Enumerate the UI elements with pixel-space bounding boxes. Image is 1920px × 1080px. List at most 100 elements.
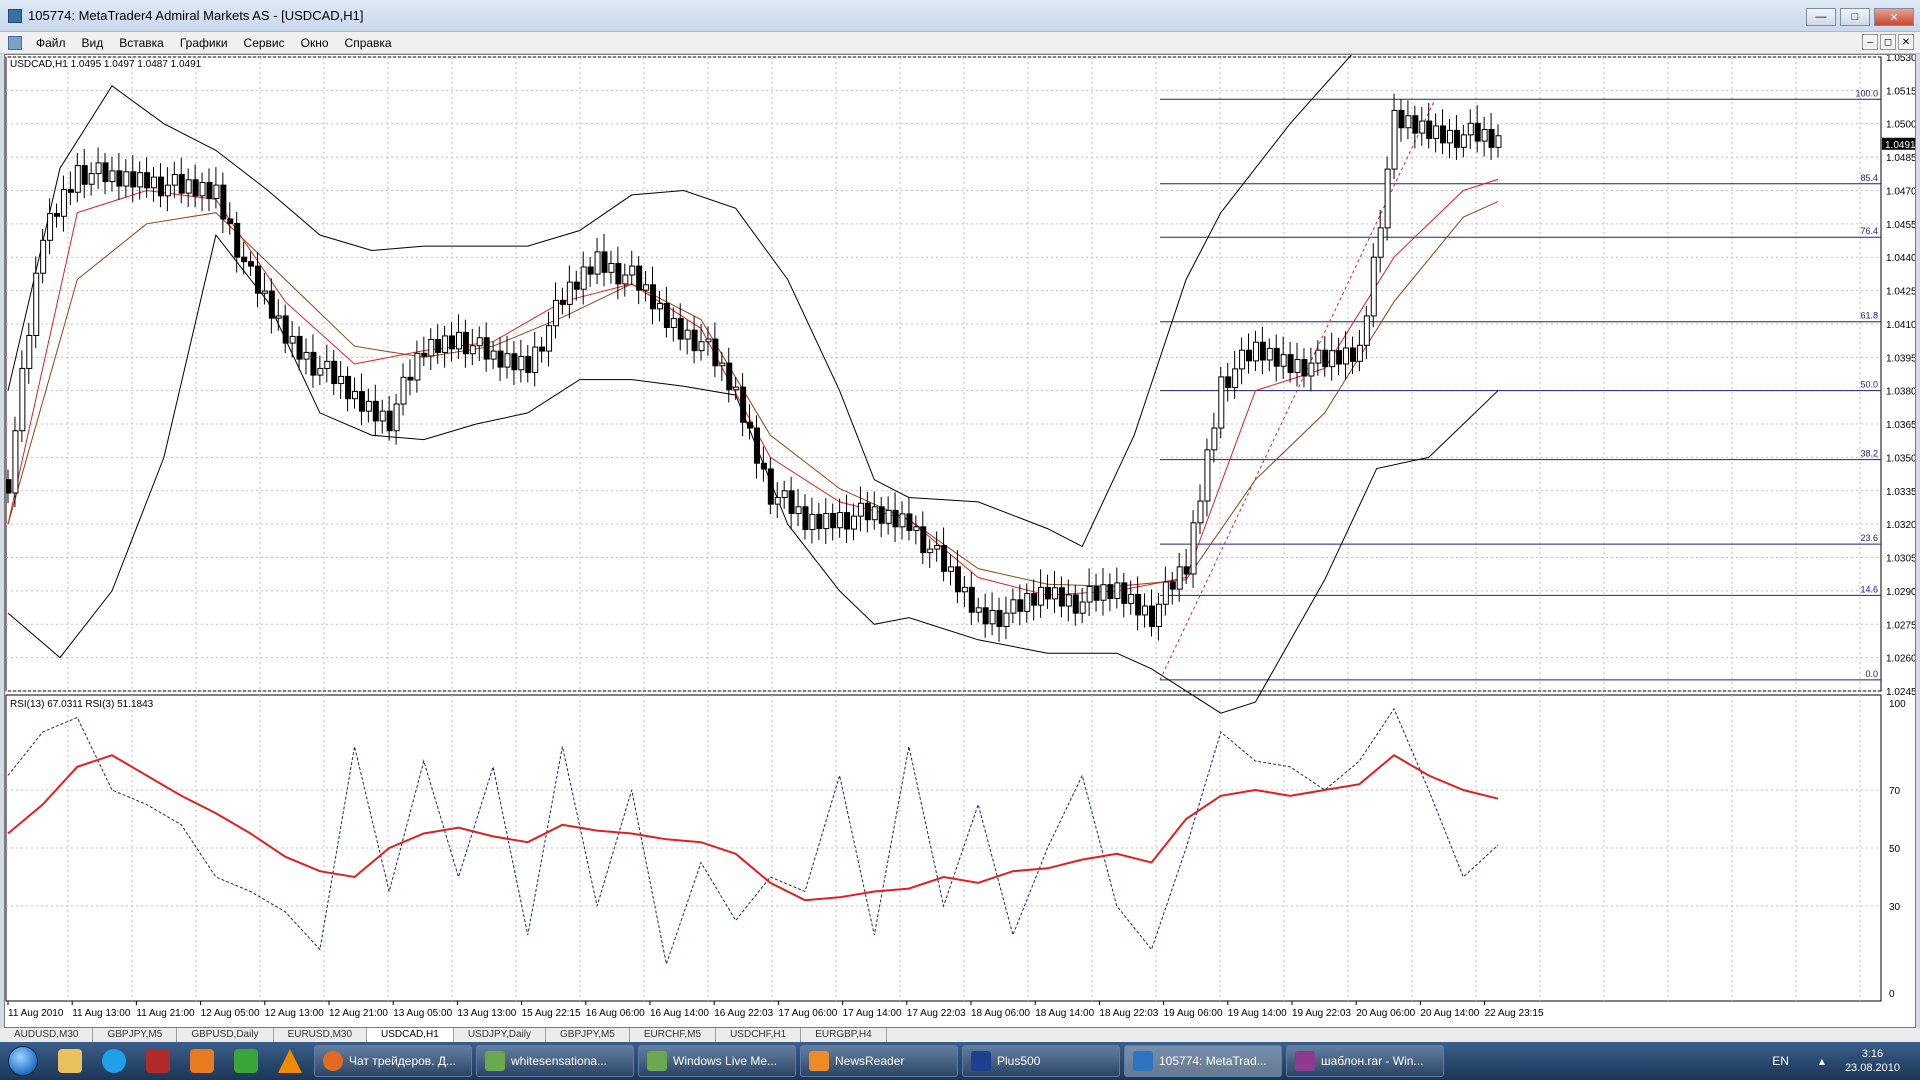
time-axis-label: 12 Aug 05:00: [201, 1008, 260, 1019]
candle-body: [1426, 120, 1433, 139]
start-button[interactable]: [0, 1043, 46, 1079]
candle-body: [1128, 593, 1135, 604]
rsi-axis-label: 0: [1889, 989, 1895, 1000]
time-axis-label: 15 Aug 22:15: [522, 1008, 581, 1019]
quicklaunch-transformers[interactable]: [138, 1045, 178, 1077]
tab-eurchf-m5[interactable]: EURCHF,M5: [630, 1028, 717, 1042]
candle-body: [365, 400, 372, 412]
candle-body: [393, 403, 400, 432]
candle-body: [469, 345, 476, 355]
tab-usdjpy-daily[interactable]: USDJPY,Daily: [454, 1028, 546, 1042]
price-axis-label: 1.0365: [1886, 420, 1915, 431]
candle-body: [1287, 354, 1294, 373]
candle-body: [913, 526, 920, 531]
candle-body: [546, 325, 553, 352]
quicklaunch-explorer[interactable]: [50, 1045, 90, 1077]
tab-eurgbp-h4[interactable]: EURGBP,H4: [801, 1028, 887, 1042]
candle-body: [206, 181, 213, 199]
price-axis-label: 1.0470: [1886, 186, 1915, 197]
mdi-minimize-button[interactable]: –: [1862, 34, 1878, 50]
quicklaunch-utorrent[interactable]: [226, 1045, 266, 1077]
candle-body: [19, 367, 26, 432]
task-chat[interactable]: Чат трейдеров. Д...: [314, 1045, 472, 1077]
price-pane-frame: [5, 56, 1882, 692]
menu-view[interactable]: Вид: [74, 36, 112, 50]
task-plus500[interactable]: Plus500: [962, 1045, 1120, 1077]
menu-insert[interactable]: Вставка: [111, 36, 172, 50]
clock[interactable]: 3:16 23.08.2010: [1845, 1047, 1900, 1075]
current-price-label: 1.0491: [1885, 140, 1915, 151]
candle-body: [178, 173, 185, 194]
tab-usdcad-h1[interactable]: USDCAD,H1: [367, 1028, 454, 1042]
candle-body: [109, 170, 116, 183]
candle-body: [643, 284, 650, 291]
candle-body: [1322, 349, 1329, 368]
candle-body: [151, 176, 158, 189]
candle-body: [1065, 594, 1072, 607]
candle-body: [899, 513, 906, 528]
candle-body: [455, 331, 462, 350]
price-axis-label: 1.0290: [1886, 587, 1915, 598]
quicklaunch-vlc[interactable]: [270, 1045, 310, 1077]
candle-body: [1017, 599, 1024, 612]
menu-tools[interactable]: Сервис: [236, 36, 293, 50]
maximize-button[interactable]: □: [1840, 8, 1870, 26]
quicklaunch-skype[interactable]: [94, 1045, 134, 1077]
chart-window[interactable]: 1.0530 1.0515 1.0500 1.0485 1.0470 1.0455 1.04…: [4, 54, 1916, 1028]
tab-eurusd-m30[interactable]: EURUSD,M30: [274, 1028, 368, 1042]
menu-help[interactable]: Справка: [337, 36, 400, 50]
price-axis-label: 1.0485: [1886, 153, 1915, 164]
menu-window[interactable]: Окно: [293, 36, 337, 50]
candle-body: [1121, 582, 1128, 604]
candle-body: [102, 162, 109, 183]
quicklaunch-media[interactable]: [182, 1045, 222, 1077]
candle-body: [615, 262, 622, 285]
task-whitesensation[interactable]: whitesensationa...: [476, 1045, 634, 1077]
tab-gbpusd-daily[interactable]: GBPUSD,Daily: [177, 1028, 274, 1042]
mdi-restore-button[interactable]: ◻: [1880, 34, 1896, 50]
usdcad-chart[interactable]: 1.0530 1.0515 1.0500 1.0485 1.0470 1.0455 1.04…: [5, 55, 1915, 1027]
candle-body: [1336, 350, 1343, 365]
menu-file[interactable]: Файл: [28, 36, 74, 50]
time-axis-label: 17 Aug 22:03: [907, 1008, 966, 1019]
task-newsreader[interactable]: NewsReader: [800, 1045, 958, 1077]
candle-body: [747, 421, 754, 429]
fibo-level-label: 23.6: [1860, 533, 1878, 543]
winrar-icon: [1295, 1051, 1315, 1071]
candle-body: [511, 353, 518, 371]
task-winrar[interactable]: шаблон.rar - Win...: [1286, 1045, 1444, 1077]
task-windows-live[interactable]: Windows Live Me...: [638, 1045, 796, 1077]
candle-body: [733, 386, 740, 391]
chevron-up-icon[interactable]: ▴: [1819, 1054, 1825, 1068]
candle-body: [968, 586, 975, 613]
fibo-level-label: 61.8: [1860, 311, 1878, 321]
tab-gbpjpy-m5[interactable]: GBPJPY,M5: [93, 1028, 178, 1042]
candle-body: [830, 512, 837, 529]
tab-usdchf-h1[interactable]: USDCHF,H1: [716, 1028, 802, 1042]
tab-gbpjpy-m5-2[interactable]: GBPJPY,M5: [546, 1028, 630, 1042]
rsi-axis-label: 70: [1889, 786, 1901, 797]
plus500-icon: [971, 1051, 991, 1071]
fibo-level-label: 38.2: [1860, 449, 1878, 459]
menu-charts[interactable]: Графики: [172, 36, 236, 50]
candle-body: [1100, 584, 1107, 601]
candle-body: [871, 506, 878, 521]
candle-body: [442, 335, 449, 353]
close-button[interactable]: ✕: [1874, 8, 1914, 26]
candle-body: [580, 266, 587, 290]
candle-body: [878, 506, 885, 524]
candle-body: [1488, 129, 1495, 148]
price-axis-label: 1.0335: [1886, 487, 1915, 498]
language-indicator[interactable]: EN: [1772, 1054, 1789, 1068]
time-axis-label: 11 Aug 13:00: [72, 1008, 131, 1019]
candle-body: [449, 335, 456, 350]
candle-body: [1190, 522, 1197, 575]
minimize-button[interactable]: —: [1806, 8, 1836, 26]
task-label: NewsReader: [835, 1054, 905, 1068]
candle-body: [677, 318, 684, 340]
tab-audusd-m30[interactable]: AUDUSD,M30: [0, 1028, 94, 1042]
candle-body: [1038, 586, 1045, 606]
candle-body: [1384, 168, 1391, 229]
mdi-close-button[interactable]: ✕: [1898, 34, 1914, 50]
task-metatrader[interactable]: 105774: MetaTrad...: [1124, 1045, 1282, 1077]
